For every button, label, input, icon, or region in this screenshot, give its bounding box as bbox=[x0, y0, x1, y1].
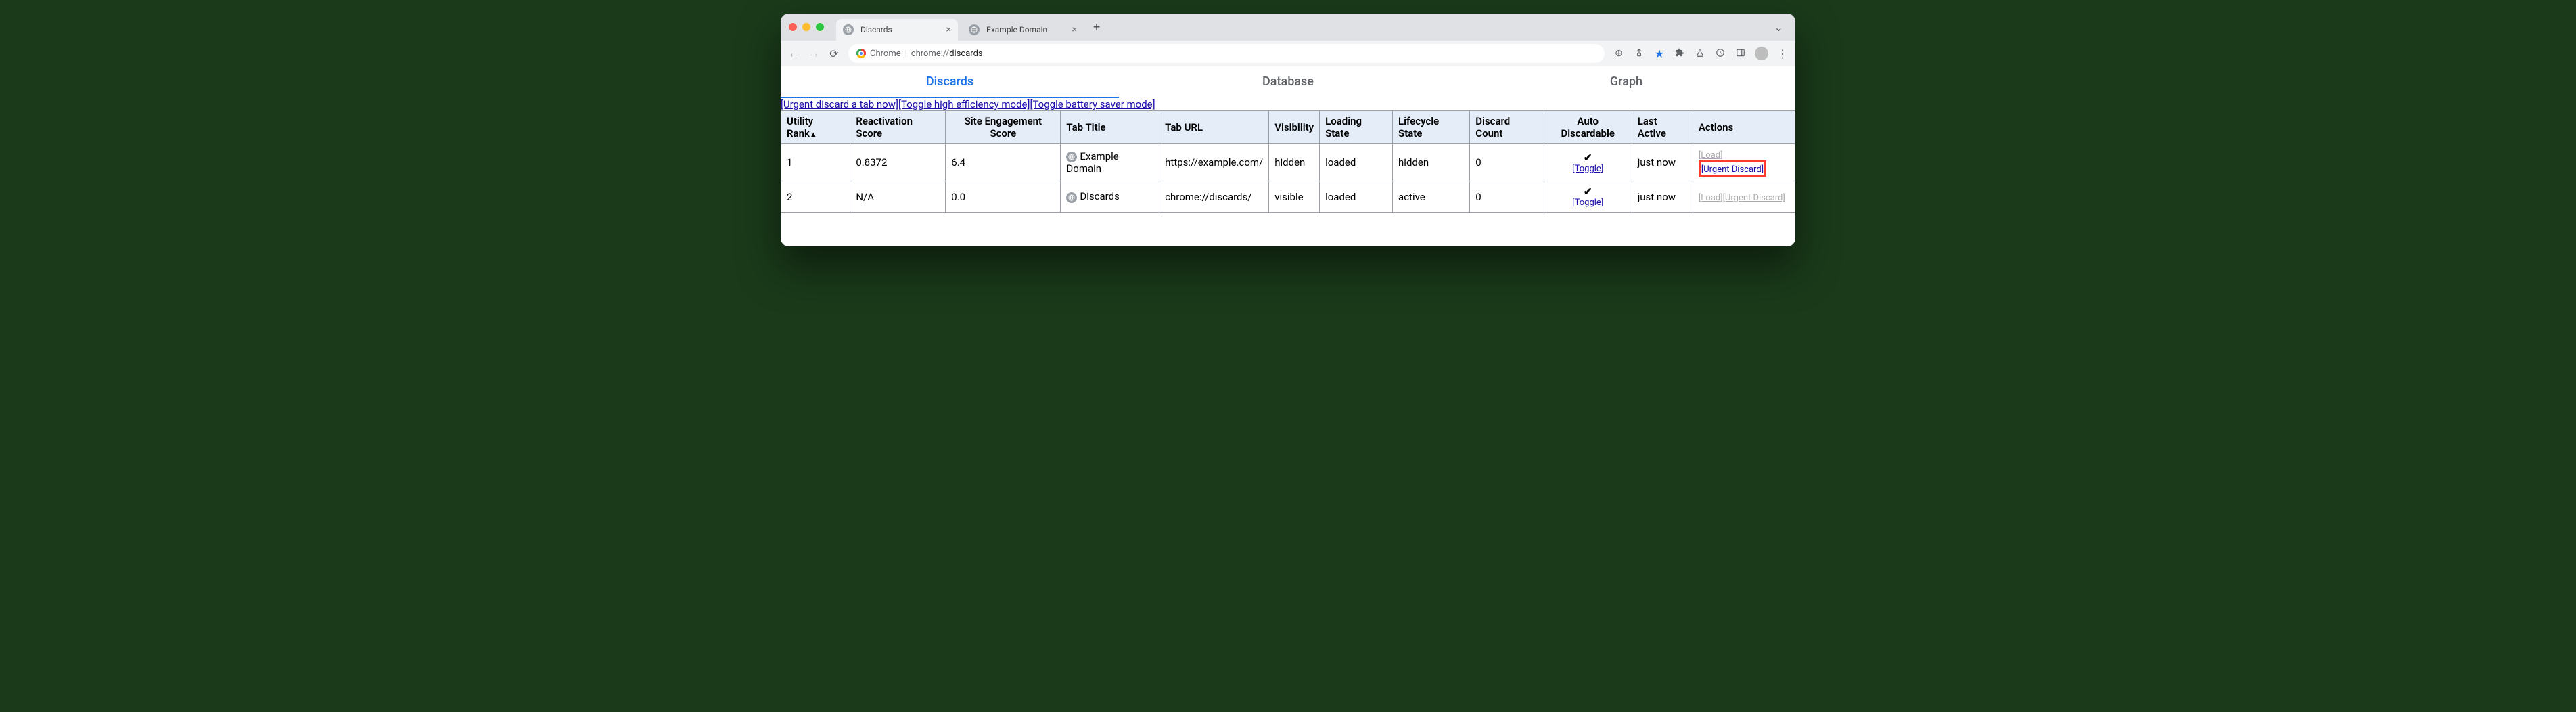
toggle-auto-discardable-link[interactable]: [Toggle] bbox=[1550, 198, 1626, 208]
address-url-prefix: chrome:// bbox=[911, 49, 949, 59]
close-tab-icon[interactable]: × bbox=[946, 24, 951, 35]
globe-icon bbox=[1066, 192, 1077, 203]
cell-actions: [Load] [Urgent Discard] bbox=[1693, 144, 1795, 181]
col-tab-url[interactable]: Tab URL bbox=[1159, 111, 1269, 144]
cell-reactivation: 0.8372 bbox=[850, 144, 946, 181]
sidepanel-icon[interactable] bbox=[1734, 47, 1747, 60]
toolbar-right-icons: ⊕ ★ ⋮ bbox=[1613, 47, 1789, 60]
page-tab-graph[interactable]: Graph bbox=[1457, 66, 1795, 98]
cell-rank: 1 bbox=[781, 144, 850, 181]
update-icon[interactable] bbox=[1714, 47, 1726, 60]
urgent-discard-action-link[interactable]: [Urgent Discard] bbox=[1701, 164, 1764, 175]
toggle-battery-saver-link[interactable]: [Toggle battery saver mode] bbox=[1030, 98, 1155, 110]
cell-last-active: just now bbox=[1632, 144, 1693, 181]
cell-tab-title: Discards bbox=[1061, 181, 1159, 213]
tabs-dropdown-icon[interactable]: ⌄ bbox=[1774, 21, 1787, 34]
cell-rank: 2 bbox=[781, 181, 850, 213]
col-loading-state[interactable]: Loading State bbox=[1320, 111, 1393, 144]
cell-visibility: hidden bbox=[1269, 144, 1320, 181]
discards-table: Utility Rank▲ Reactivation Score Site En… bbox=[781, 110, 1795, 213]
browser-tab-inactive[interactable]: Example Domain × bbox=[962, 19, 1084, 41]
profile-avatar-icon[interactable] bbox=[1755, 47, 1768, 60]
col-auto-discardable[interactable]: Auto Discardable bbox=[1544, 111, 1632, 144]
browser-tab-active[interactable]: Discards × bbox=[836, 19, 958, 41]
address-url-bold: discards bbox=[949, 49, 982, 59]
globe-icon bbox=[843, 24, 854, 35]
labs-icon[interactable] bbox=[1694, 47, 1706, 60]
col-last-active[interactable]: Last Active bbox=[1632, 111, 1693, 144]
cell-tab-url: https://example.com/ bbox=[1159, 144, 1269, 181]
traffic-lights bbox=[789, 23, 824, 31]
cell-tab-url: chrome://discards/ bbox=[1159, 181, 1269, 213]
close-window-button[interactable] bbox=[789, 23, 797, 31]
address-bar[interactable]: Chrome | chrome://discards bbox=[848, 44, 1605, 63]
cell-discard-count: 0 bbox=[1470, 181, 1544, 213]
cell-engagement: 6.4 bbox=[946, 144, 1061, 181]
titlebar: Discards × Example Domain × + ⌄ bbox=[781, 14, 1795, 41]
urgent-discard-now-link[interactable]: [Urgent discard a tab now] bbox=[781, 98, 898, 110]
cell-loading: loaded bbox=[1320, 144, 1393, 181]
maximize-window-button[interactable] bbox=[816, 23, 824, 31]
new-tab-button[interactable]: + bbox=[1088, 20, 1105, 35]
col-reactivation-score[interactable]: Reactivation Score bbox=[850, 111, 946, 144]
load-action-link: [Load] bbox=[1699, 193, 1723, 203]
col-site-engagement[interactable]: Site Engagement Score bbox=[946, 111, 1061, 144]
zoom-icon[interactable]: ⊕ bbox=[1613, 48, 1625, 59]
tab-title: Example Domain bbox=[986, 25, 1068, 35]
cell-lifecycle: hidden bbox=[1393, 144, 1470, 181]
bookmark-star-icon[interactable]: ★ bbox=[1653, 47, 1665, 60]
urgent-discard-action-link: [Urgent Discard] bbox=[1723, 193, 1785, 203]
toggle-high-efficiency-link[interactable]: [Toggle high efficiency mode] bbox=[898, 98, 1030, 110]
col-utility-rank[interactable]: Utility Rank▲ bbox=[781, 111, 850, 144]
col-lifecycle-state[interactable]: Lifecycle State bbox=[1393, 111, 1470, 144]
urgent-discard-highlight: [Urgent Discard] bbox=[1699, 160, 1766, 177]
close-tab-icon[interactable]: × bbox=[1072, 24, 1077, 35]
cell-last-active: just now bbox=[1632, 181, 1693, 213]
table-row: 2N/A0.0 Discards chrome://discards/visible… bbox=[781, 181, 1795, 213]
cell-tab-title: Example Domain bbox=[1061, 144, 1159, 181]
tab-title: Discards bbox=[860, 25, 942, 35]
cell-loading: loaded bbox=[1320, 181, 1393, 213]
page-tab-discards[interactable]: Discards bbox=[781, 66, 1119, 98]
col-visibility[interactable]: Visibility bbox=[1269, 111, 1320, 144]
extensions-icon[interactable] bbox=[1674, 47, 1686, 60]
col-actions[interactable]: Actions bbox=[1693, 111, 1795, 144]
globe-icon bbox=[1066, 152, 1077, 162]
top-action-links: [Urgent discard a tab now][Toggle high e… bbox=[781, 98, 1795, 110]
cell-auto-discardable: ✔[Toggle] bbox=[1544, 144, 1632, 181]
cell-reactivation: N/A bbox=[850, 181, 946, 213]
col-tab-title[interactable]: Tab Title bbox=[1061, 111, 1159, 144]
forward-icon[interactable]: → bbox=[808, 47, 820, 60]
col-discard-count[interactable]: Discard Count bbox=[1470, 111, 1544, 144]
page-tabs: Discards Database Graph bbox=[781, 66, 1795, 98]
cell-visibility: visible bbox=[1269, 181, 1320, 213]
check-icon: ✔ bbox=[1584, 185, 1592, 198]
minimize-window-button[interactable] bbox=[802, 23, 810, 31]
chrome-logo-icon bbox=[856, 49, 866, 58]
tab-title-text: Discards bbox=[1080, 190, 1119, 202]
reload-icon[interactable]: ⟳ bbox=[828, 47, 840, 60]
table-row: 10.83726.4Example Domainhttps://example.… bbox=[781, 144, 1795, 181]
back-icon[interactable]: ← bbox=[787, 47, 800, 60]
globe-icon bbox=[969, 24, 980, 35]
cell-discard-count: 0 bbox=[1470, 144, 1544, 181]
cell-engagement: 0.0 bbox=[946, 181, 1061, 213]
cell-lifecycle: active bbox=[1393, 181, 1470, 213]
check-icon: ✔ bbox=[1584, 152, 1592, 164]
browser-toolbar: ← → ⟳ Chrome | chrome://discards ⊕ ★ bbox=[781, 41, 1795, 66]
page-tab-database[interactable]: Database bbox=[1119, 66, 1457, 98]
cell-actions: [Load][Urgent Discard] bbox=[1693, 181, 1795, 213]
address-chrome-label: Chrome bbox=[870, 49, 901, 59]
share-icon[interactable] bbox=[1633, 47, 1645, 60]
cell-auto-discardable: ✔[Toggle] bbox=[1544, 181, 1632, 213]
load-action-link: [Load] bbox=[1699, 150, 1723, 160]
page-content: Discards Database Graph [Urgent discard … bbox=[781, 66, 1795, 246]
browser-window: Discards × Example Domain × + ⌄ ← → ⟳ Ch… bbox=[781, 14, 1795, 246]
toggle-auto-discardable-link[interactable]: [Toggle] bbox=[1550, 164, 1626, 174]
sort-asc-icon: ▲ bbox=[810, 130, 817, 139]
menu-icon[interactable]: ⋮ bbox=[1776, 47, 1789, 60]
